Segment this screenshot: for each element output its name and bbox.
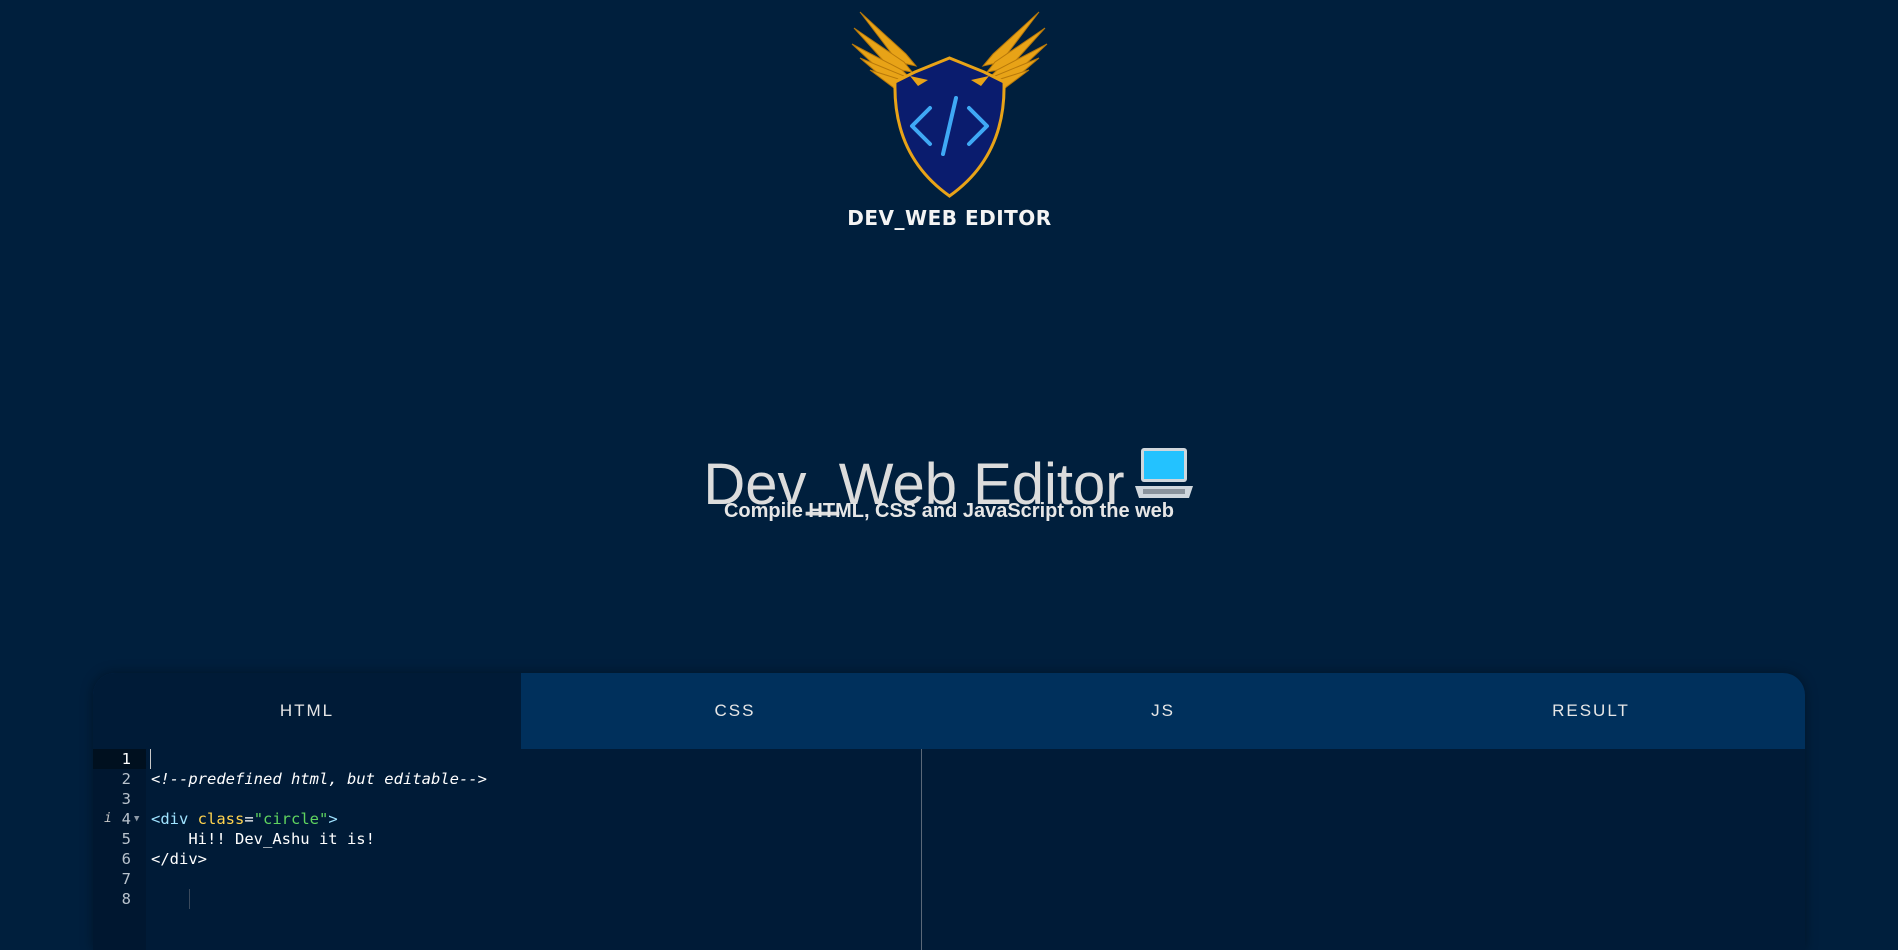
code-tag: <div <box>151 810 198 828</box>
app-logo: DEV_WEB EDITOR <box>846 6 1053 236</box>
code-line[interactable]: 8 <box>93 889 921 909</box>
line-number: 4 <box>121 810 131 828</box>
line-number: 1 <box>121 750 131 768</box>
code-eq: = <box>244 810 254 828</box>
indent-guide <box>189 889 190 909</box>
code-line[interactable]: i 4 ▼ <div class="circle"> <box>93 809 921 829</box>
tab-result[interactable]: RESULT <box>1377 673 1805 749</box>
line-number: 2 <box>121 770 131 788</box>
code-tag-close: > <box>328 810 338 828</box>
code-line[interactable]: 7 <box>93 869 921 889</box>
line-number: 5 <box>121 830 131 848</box>
line-number: 7 <box>121 870 131 888</box>
code-tag: </div> <box>151 850 207 868</box>
logo-text: DEV_WEB EDITOR <box>847 206 1052 230</box>
code-string: "circle" <box>253 810 329 828</box>
code-line[interactable]: 2 <!--predefined html, but editable--> <box>93 769 921 789</box>
text-cursor <box>150 749 151 769</box>
editor-tabs: HTML CSS JS RESULT <box>93 673 1805 749</box>
tab-html[interactable]: HTML <box>93 673 521 749</box>
shield-code-logo-icon <box>851 11 1048 198</box>
code-line[interactable]: 5 Hi!! Dev_Ashu it is! <box>93 829 921 849</box>
tab-js[interactable]: JS <box>949 673 1377 749</box>
code-editor-panel: HTML CSS JS RESULT 1 2 <!--predefined ht… <box>93 673 1805 950</box>
code-line[interactable]: 6 </div> <box>93 849 921 869</box>
editor-panes: 1 2 <!--predefined html, but editable-->… <box>93 749 1805 950</box>
page-subtitle: Compile HTML, CSS and JavaScript on the … <box>723 500 1175 522</box>
code-comment: <!--predefined html, but editable--> <box>151 770 487 788</box>
code-text: Hi!! Dev_Ashu it is! <box>151 830 375 848</box>
code-text: <div class="circle"> <box>151 809 338 829</box>
html-code-editor[interactable]: 1 2 <!--predefined html, but editable-->… <box>93 749 922 950</box>
fold-arrow-icon[interactable]: ▼ <box>134 809 139 829</box>
code-line[interactable]: 3 <box>93 789 921 809</box>
line-number: 6 <box>121 850 131 868</box>
result-preview-pane[interactable] <box>922 749 1805 950</box>
code-line[interactable]: 1 <box>93 749 921 769</box>
tab-css[interactable]: CSS <box>521 673 949 749</box>
code-attr: class <box>197 810 245 828</box>
line-number: 8 <box>121 890 131 908</box>
line-number: 3 <box>121 790 131 808</box>
